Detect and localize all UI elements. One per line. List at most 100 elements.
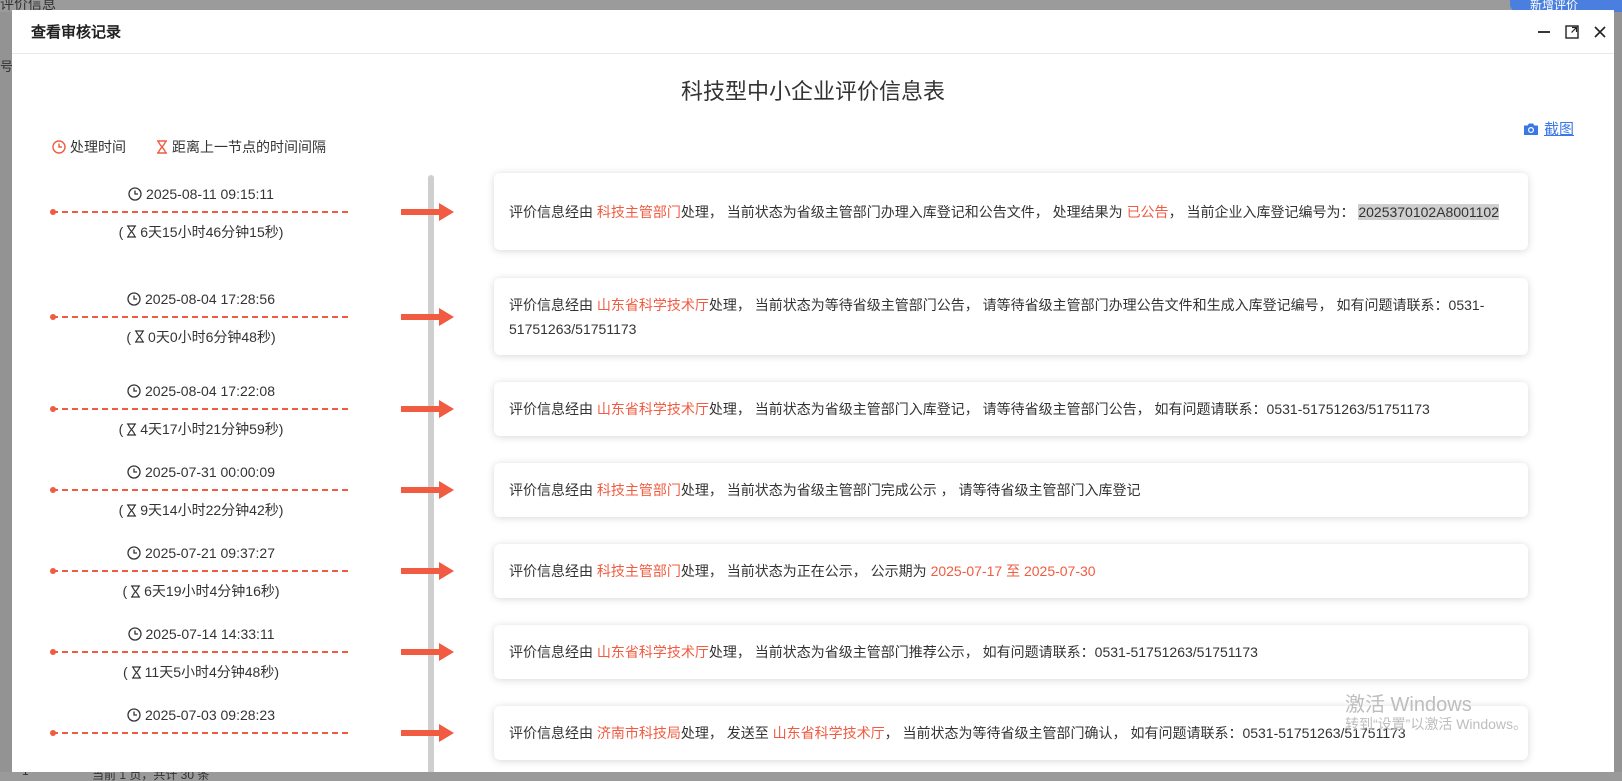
highlighted-text: 2025-07-17 至 2025-07-30 — [930, 563, 1096, 579]
message-text: 评价信息经由 — [509, 401, 597, 417]
record-interval: (9天14小时22分钟42秒) — [118, 502, 284, 518]
message-text: 处理， 当前状态为省级主管部门办理入库登记和公告文件， 处理结果为 — [680, 203, 1127, 220]
arrow-right-icon — [401, 642, 455, 662]
highlighted-text: 已公告 — [1126, 203, 1169, 220]
minimize-button[interactable] — [1530, 18, 1558, 46]
maximize-button[interactable] — [1558, 18, 1586, 46]
record-dot — [50, 730, 56, 736]
hourglass-icon — [134, 330, 145, 343]
clock-icon — [128, 186, 142, 201]
highlighted-text: 科技主管部门 — [596, 482, 681, 498]
background-left-column — [0, 12, 12, 781]
record-interval-text: 0天0小时6分钟48秒 — [148, 328, 271, 345]
message-text: 评价信息经由 — [509, 644, 597, 660]
clock-icon — [127, 708, 141, 722]
clock-icon — [127, 291, 141, 306]
record-message: 评价信息经由 科技主管部门处理， 当前状态为正在公示， 公示期为 2025-07… — [509, 559, 1513, 583]
message-text: 处理， 当前状态为省级主管部门推荐公示， 如有问题请联系：0531-517512… — [708, 644, 1258, 660]
message-text: 处理， 当前状态为省级主管部门完成公示 ， 请等待省级主管部门入库登记 — [680, 482, 1141, 498]
hourglass-icon — [131, 665, 141, 679]
registration-number: 2025370102A8001102 — [1358, 203, 1500, 220]
message-text: ， 当前状态为等待省级主管部门确认， 如有问题请联系：0531-51751263… — [884, 725, 1406, 741]
timeline-bar — [428, 175, 434, 772]
clock-icon — [52, 140, 66, 154]
message-text: 评价信息经由 — [509, 725, 597, 741]
record-dot — [50, 487, 56, 493]
record-timestamp: 2025-07-14 14:33:11 — [52, 625, 350, 643]
highlighted-text: 科技主管部门 — [596, 563, 681, 579]
record-dot — [50, 649, 56, 655]
record-interval: (4天17小时21分钟59秒) — [118, 421, 284, 437]
record-dot — [50, 208, 56, 215]
record-interval: (11天5小时4分钟48秒) — [122, 664, 280, 680]
record-message: 评价信息经由 科技主管部门处理， 当前状态为省级主管部门办理入库登记和公告文件，… — [509, 200, 1513, 224]
record-interval: (6天19小时4分钟16秒) — [122, 583, 280, 599]
record-dot — [50, 568, 56, 574]
record-message: 评价信息经由 科技主管部门处理， 当前状态为省级主管部门完成公示 ， 请等待省级… — [509, 478, 1513, 502]
record-message: 评价信息经由 山东省科学技术厅处理， 当前状态为省级主管部门推荐公示， 如有问题… — [509, 640, 1513, 664]
record-card: 评价信息经由 科技主管部门处理， 当前状态为省级主管部门完成公示 ， 请等待省级… — [494, 463, 1528, 517]
record-interval-text: 9天14小时22分钟42秒 — [140, 502, 279, 518]
legend-interval-label: 距离上一节点的时间间隔 — [172, 139, 326, 155]
highlighted-text: 山东省科学技术厅 — [596, 296, 709, 313]
record-dashed-connector — [52, 210, 348, 213]
message-text: 评价信息经由 — [509, 563, 597, 579]
record-dashed-connector — [52, 315, 348, 318]
legend: 处理时间 距离上一节点的时间间隔 — [52, 137, 356, 157]
record-timestamp-text: 2025-07-21 09:37:27 — [145, 545, 275, 561]
arrow-right-icon — [401, 561, 455, 581]
record-timestamp: 2025-08-04 17:22:08 — [52, 382, 350, 400]
record-timestamp-text: 2025-08-11 09:15:11 — [146, 185, 274, 202]
message-text: 处理， 发送至 — [680, 725, 773, 741]
windows-activation-title: 激活 Windows — [1345, 694, 1472, 716]
highlighted-text: 山东省科学技术厅 — [596, 401, 709, 417]
highlighted-text: 山东省科学技术厅 — [596, 644, 709, 660]
audit-record-modal: 查看审核记录 科技型中小企业评价信息表 截图 处理时间 距离上一节点的时间间隔 — [12, 10, 1614, 772]
record-interval: (6天15小时46分钟15秒) — [118, 223, 284, 240]
record-interval-text: 6天19小时4分钟16秒 — [144, 583, 275, 599]
record-card: 评价信息经由 科技主管部门处理， 当前状态为正在公示， 公示期为 2025-07… — [494, 544, 1528, 598]
record-timestamp: 2025-07-31 00:00:09 — [52, 463, 350, 481]
record-card: 评价信息经由 山东省科学技术厅处理， 当前状态为省级主管部门入库登记， 请等待省… — [494, 382, 1528, 436]
record-timestamp-text: 2025-07-14 14:33:11 — [145, 626, 275, 642]
modal-header: 查看审核记录 — [12, 10, 1614, 54]
clock-icon — [127, 465, 141, 479]
record-time-block: 2025-08-11 09:15:11 (6天15小时46分钟15秒) — [52, 185, 350, 241]
record-interval: (0天0小时6分钟48秒) — [126, 328, 276, 345]
record-time-block: 2025-08-04 17:22:08 (4天17小时21分钟59秒) — [52, 382, 350, 438]
legend-time: 处理时间 — [52, 137, 126, 157]
record-timestamp-text: 2025-07-03 09:28:23 — [145, 707, 275, 723]
window-controls — [1530, 10, 1614, 54]
background-footer — [0, 772, 1622, 781]
record-message: 评价信息经由 山东省科学技术厅处理， 当前状态为省级主管部门入库登记， 请等待省… — [509, 397, 1513, 421]
message-text: 处理， 当前状态为正在公示， 公示期为 — [680, 563, 931, 579]
record-time-block: 2025-07-21 09:37:27 (6天19小时4分钟16秒) — [52, 544, 350, 600]
arrow-right-icon — [401, 723, 455, 743]
record-timestamp: 2025-08-11 09:15:11 — [52, 185, 350, 203]
record-message: 评价信息经由 山东省科学技术厅处理， 当前状态为等待省级主管部门公告， 请等待省… — [509, 293, 1513, 341]
record-timestamp: 2025-07-03 09:28:23 — [52, 706, 350, 724]
hourglass-icon — [131, 584, 141, 598]
record-dot — [50, 313, 56, 320]
record-dashed-connector — [52, 408, 348, 410]
close-button[interactable] — [1586, 18, 1614, 46]
record-card: 评价信息经由 科技主管部门处理， 当前状态为省级主管部门办理入库登记和公告文件，… — [494, 173, 1528, 250]
clock-icon — [127, 546, 141, 560]
message-text: 评价信息经由 — [509, 482, 597, 498]
arrow-right-icon — [401, 480, 455, 500]
highlighted-text: 山东省科学技术厅 — [772, 725, 885, 741]
hourglass-icon — [127, 422, 137, 436]
arrow-right-icon — [401, 202, 455, 222]
clock-icon — [127, 627, 142, 641]
record-card: 评价信息经由 山东省科学技术厅处理， 当前状态为等待省级主管部门公告， 请等待省… — [494, 278, 1528, 355]
hourglass-icon — [127, 225, 137, 238]
modal-title: 查看审核记录 — [31, 24, 122, 41]
record-time-block: 2025-07-31 00:00:09 (9天14小时22分钟42秒) — [52, 463, 350, 519]
close-icon — [1594, 26, 1606, 38]
legend-interval: 距离上一节点的时间间隔 — [156, 137, 326, 157]
record-card: 评价信息经由 山东省科学技术厅处理， 当前状态为省级主管部门推荐公示， 如有问题… — [494, 625, 1528, 679]
message-text: 评价信息经由 — [509, 203, 597, 220]
highlighted-text: 济南市科技局 — [596, 725, 681, 741]
screenshot-button[interactable]: 截图 — [1523, 118, 1574, 139]
background-right-column — [1614, 12, 1622, 781]
